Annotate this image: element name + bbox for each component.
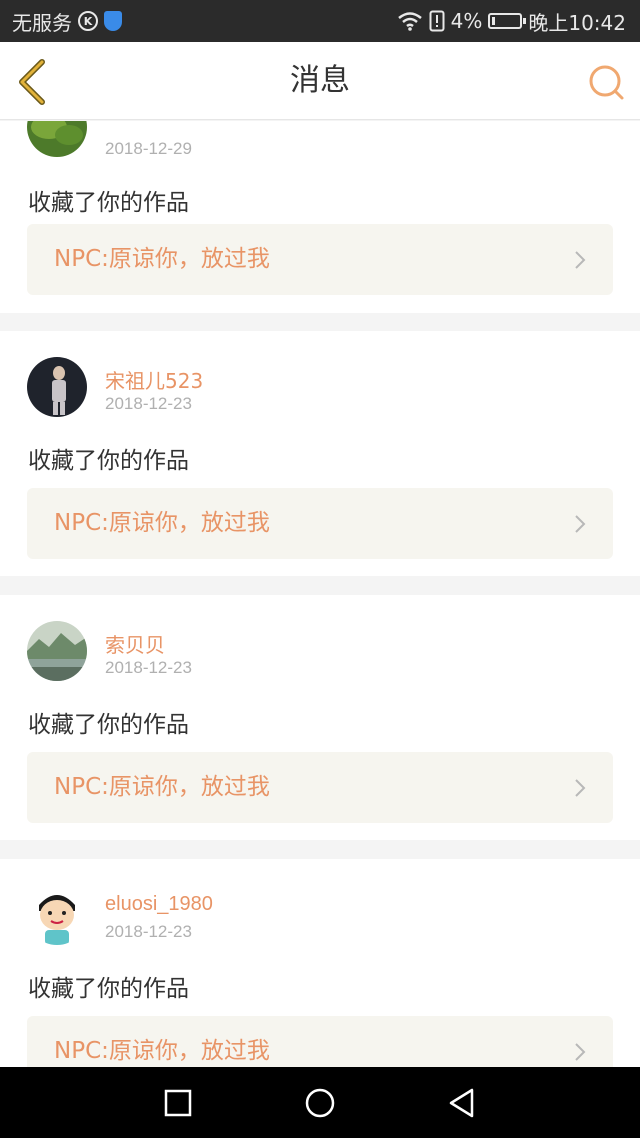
wifi-icon [397,12,422,31]
shield-icon [104,11,122,31]
chevron-right-icon [575,251,586,269]
message-action: 收藏了你的作品 [28,190,189,216]
avatar[interactable] [27,357,87,417]
nav-bar: 消息 [0,42,640,120]
work-link[interactable]: NPC:原谅你，放过我 [27,752,613,823]
username[interactable]: 宋祖儿523 [105,365,203,394]
work-title: NPC:原谅你，放过我 [54,246,270,272]
carrier-text: 无服务 [12,10,72,35]
landscape-photo-icon [27,621,87,681]
chevron-left-icon[interactable] [12,58,60,106]
square-icon[interactable] [162,1087,194,1119]
search-icon[interactable] [586,62,626,102]
message-date: 2018-12-29 [105,139,192,158]
message-card: 2018-12-29 收藏了你的作品 NPC:原谅你，放过我 [0,121,640,313]
message-date: 2018-12-23 [105,922,192,941]
message-card: 宋祖儿523 2018-12-23 收藏了你的作品 NPC:原谅你，放过我 [0,331,640,576]
page-title: 消息 [290,63,350,98]
system-nav-bar [0,1067,640,1138]
avatar[interactable] [27,885,87,945]
triangle-back-icon[interactable] [446,1087,478,1119]
cartoon-boy-icon [27,885,87,945]
chevron-right-icon [575,1043,586,1061]
person-photo-icon [27,357,87,417]
circle-icon[interactable] [304,1087,336,1119]
alert-icon [429,10,445,32]
avatar[interactable] [27,621,87,681]
work-link[interactable]: NPC:原谅你，放过我 [27,488,613,559]
chevron-right-icon [575,779,586,797]
message-action: 收藏了你的作品 [28,976,189,1002]
work-title: NPC:原谅你，放过我 [54,1038,270,1064]
work-link[interactable]: NPC:原谅你，放过我 [27,224,613,295]
clock: 晚上10:42 [528,10,626,35]
message-feed[interactable]: 2018-12-29 收藏了你的作品 NPC:原谅你，放过我 宋祖儿523 20… [0,121,640,1067]
status-right: 4% 晚上10:42 [397,0,626,42]
chevron-right-icon [575,515,586,533]
message-action: 收藏了你的作品 [28,448,189,474]
avatar[interactable] [27,121,87,157]
status-left: 无服务 K [12,0,122,42]
message-card: eluosi_1980 2018-12-23 收藏了你的作品 NPC:原谅你，放… [0,859,640,1067]
username[interactable]: eluosi_1980 [105,893,213,916]
message-action: 收藏了你的作品 [28,712,189,738]
work-title: NPC:原谅你，放过我 [54,774,270,800]
message-card: 索贝贝 2018-12-23 收藏了你的作品 NPC:原谅你，放过我 [0,595,640,840]
username[interactable]: 索贝贝 [105,629,165,658]
message-date: 2018-12-23 [105,658,192,677]
work-title: NPC:原谅你，放过我 [54,510,270,536]
battery-icon [488,13,527,29]
work-link[interactable]: NPC:原谅你，放过我 [27,1016,613,1067]
k-icon: K [78,11,98,31]
status-bar: 无服务 K 4% 晚上10:42 [0,0,640,42]
message-date: 2018-12-23 [105,394,192,413]
battery-percent: 4% [450,9,483,33]
leaf-photo-icon [27,121,87,157]
